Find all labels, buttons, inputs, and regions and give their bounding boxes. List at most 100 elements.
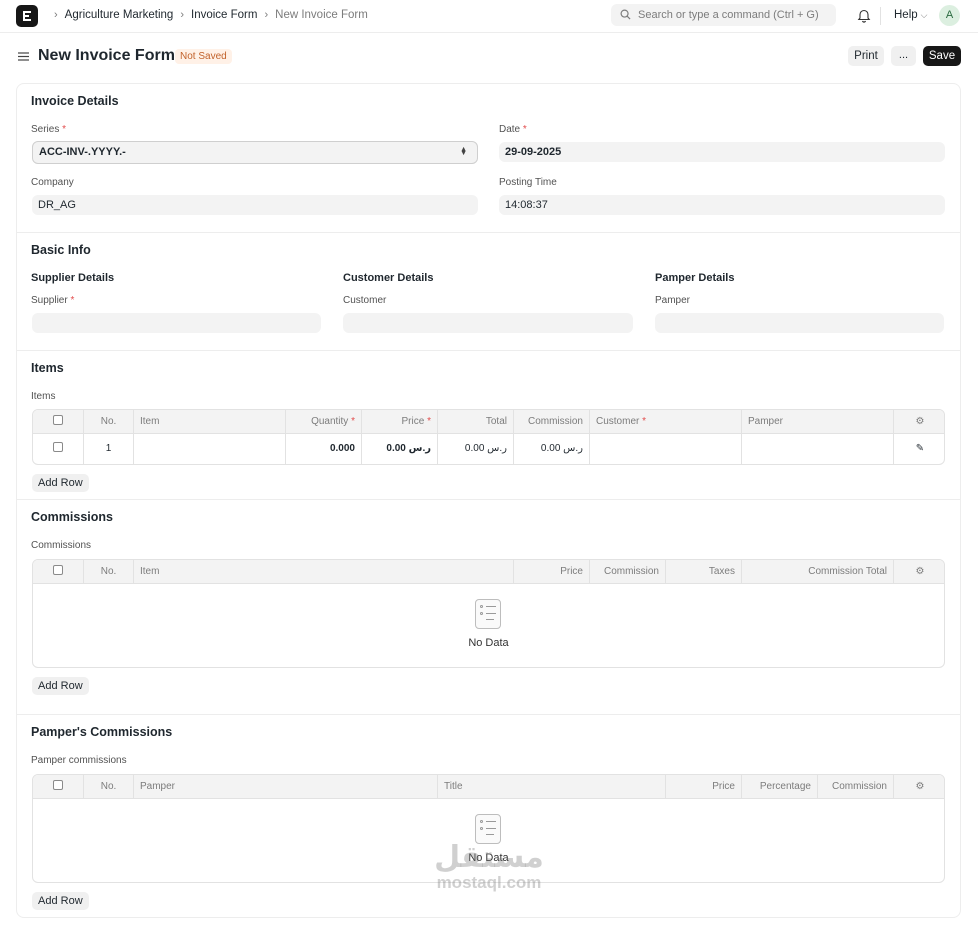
select-arrows-icon: ▲ ▼ xyxy=(460,146,467,157)
table-header: No. Item Price Commission Taxes Commissi… xyxy=(33,560,944,584)
sidebar-toggle-icon[interactable] xyxy=(18,52,29,61)
section-divider xyxy=(17,232,960,233)
table-header: No. Pamper Title Price Percentage Commis… xyxy=(33,775,944,799)
watermark-logo: مستقل mostaql.com xyxy=(428,842,550,892)
col-total: Total xyxy=(438,410,514,433)
column-settings-icon[interactable]: ⚙ xyxy=(894,775,944,798)
row-total-cell: 0.00 ر.س xyxy=(438,434,514,464)
pamper-label: Pamper xyxy=(655,295,691,306)
search-icon xyxy=(620,9,631,20)
col-customer: Customer * xyxy=(590,410,742,433)
date-field[interactable]: 29-09-2025 xyxy=(499,142,945,162)
select-all-checkbox[interactable] xyxy=(33,560,84,583)
table-row[interactable]: 1 0.000 0.00 ر.س 0.00 ر.س 0.00 ر.س ✎ xyxy=(33,434,944,464)
column-settings-icon[interactable]: ⚙ xyxy=(894,410,944,433)
col-price: Price * xyxy=(362,410,438,433)
col-no: No. xyxy=(84,775,134,798)
company-label: Company xyxy=(31,177,74,188)
breadcrumb: › Agriculture Marketing › Invoice Form ›… xyxy=(54,9,368,21)
row-no: 1 xyxy=(84,434,134,464)
commissions-add-row-button[interactable]: Add Row xyxy=(32,677,89,695)
posting-time-label: Posting Time xyxy=(499,177,557,188)
chevron-down-icon: ⌵ xyxy=(920,10,928,20)
more-actions-button[interactable]: ... xyxy=(891,46,916,66)
section-title-commissions: Commissions xyxy=(31,510,113,524)
col-no: No. xyxy=(84,560,134,583)
col-pamper: Pamper xyxy=(134,775,438,798)
select-all-checkbox[interactable] xyxy=(33,410,84,433)
row-price-cell[interactable]: 0.00 ر.س xyxy=(362,434,438,464)
posting-time-field[interactable]: 14:08:37 xyxy=(499,195,945,215)
customer-field[interactable] xyxy=(343,313,633,333)
select-all-checkbox[interactable] xyxy=(33,775,84,798)
section-title-pamper-commissions: Pamper's Commissions xyxy=(31,725,173,739)
pamper-details-heading: Pamper Details xyxy=(655,272,735,284)
items-add-row-button[interactable]: Add Row xyxy=(32,474,89,492)
commissions-table: No. Item Price Commission Taxes Commissi… xyxy=(32,559,945,668)
pamper-field[interactable] xyxy=(655,313,944,333)
items-table-label: Items xyxy=(31,391,56,402)
no-data-text: No Data xyxy=(468,637,509,649)
row-pamper-cell[interactable] xyxy=(742,434,894,464)
breadcrumb-current: New Invoice Form xyxy=(275,9,368,21)
supplier-label: Supplier * xyxy=(31,295,75,306)
row-item-cell[interactable] xyxy=(134,434,286,464)
section-title-items: Items xyxy=(31,361,64,375)
section-divider xyxy=(17,350,960,351)
commissions-table-label: Commissions xyxy=(31,540,92,551)
col-commission: Commission xyxy=(514,410,590,433)
col-taxes: Taxes xyxy=(666,560,742,583)
pamper-commissions-table-label: Pamper commissions xyxy=(31,755,127,766)
col-item: Item xyxy=(134,410,286,433)
column-settings-icon[interactable]: ⚙ xyxy=(894,560,944,583)
row-checkbox[interactable] xyxy=(33,434,84,464)
row-customer-cell[interactable] xyxy=(590,434,742,464)
supplier-details-heading: Supplier Details xyxy=(31,272,115,284)
navbar-divider xyxy=(880,7,881,25)
watermark-latin: mostaql.com xyxy=(436,873,542,892)
save-button[interactable]: Save xyxy=(923,46,961,66)
section-divider xyxy=(17,499,960,500)
watermark-arabic: مستقل xyxy=(434,840,544,875)
help-dropdown[interactable]: Help ⌵ xyxy=(894,9,927,21)
series-value: ACC-INV-.YYYY.- xyxy=(39,146,126,158)
col-item: Item xyxy=(134,560,514,583)
series-select[interactable]: ACC-INV-.YYYY.- ▲ ▼ xyxy=(32,141,478,164)
edit-row-icon[interactable]: ✎ xyxy=(894,434,944,464)
col-pamper: Pamper xyxy=(742,410,894,433)
customer-details-heading: Customer Details xyxy=(343,272,434,284)
section-divider xyxy=(17,714,960,715)
breadcrumb-agriculture-marketing[interactable]: Agriculture Marketing xyxy=(65,9,174,21)
col-price: Price xyxy=(666,775,742,798)
empty-list-icon xyxy=(475,599,501,629)
section-title-invoice-details: Invoice Details xyxy=(31,94,119,108)
col-price: Price xyxy=(514,560,590,583)
supplier-field[interactable] xyxy=(32,313,321,333)
pamper-commissions-add-row-button[interactable]: Add Row xyxy=(32,892,89,910)
col-percentage: Percentage xyxy=(742,775,818,798)
notification-bell-icon[interactable] xyxy=(857,8,871,23)
col-commission: Commission xyxy=(590,560,666,583)
date-label: Date * xyxy=(499,124,527,135)
row-quantity-cell[interactable]: 0.000 xyxy=(286,434,362,464)
col-quantity: Quantity * xyxy=(286,410,362,433)
page-title: New Invoice Form xyxy=(38,47,175,64)
col-title: Title xyxy=(438,775,666,798)
top-navbar: › Agriculture Marketing › Invoice Form ›… xyxy=(0,0,978,33)
status-badge: Not Saved xyxy=(175,49,232,64)
section-title-basic-info: Basic Info xyxy=(31,243,91,257)
help-label: Help xyxy=(894,9,918,21)
col-commission: Commission xyxy=(818,775,894,798)
customer-label: Customer xyxy=(343,295,387,306)
breadcrumb-invoice-form[interactable]: Invoice Form xyxy=(191,9,257,21)
series-label: Series * xyxy=(31,124,67,135)
print-button[interactable]: Print xyxy=(848,46,884,66)
col-commission-total: Commission Total xyxy=(742,560,894,583)
row-commission-cell: 0.00 ر.س xyxy=(514,434,590,464)
app-logo-icon[interactable] xyxy=(16,5,38,27)
avatar[interactable]: A xyxy=(939,5,960,26)
company-field[interactable]: DR_AG xyxy=(32,195,478,215)
search-placeholder: Search or type a command (Ctrl + G) xyxy=(638,9,819,21)
col-no: No. xyxy=(84,410,134,433)
search-input[interactable]: Search or type a command (Ctrl + G) xyxy=(611,4,836,26)
